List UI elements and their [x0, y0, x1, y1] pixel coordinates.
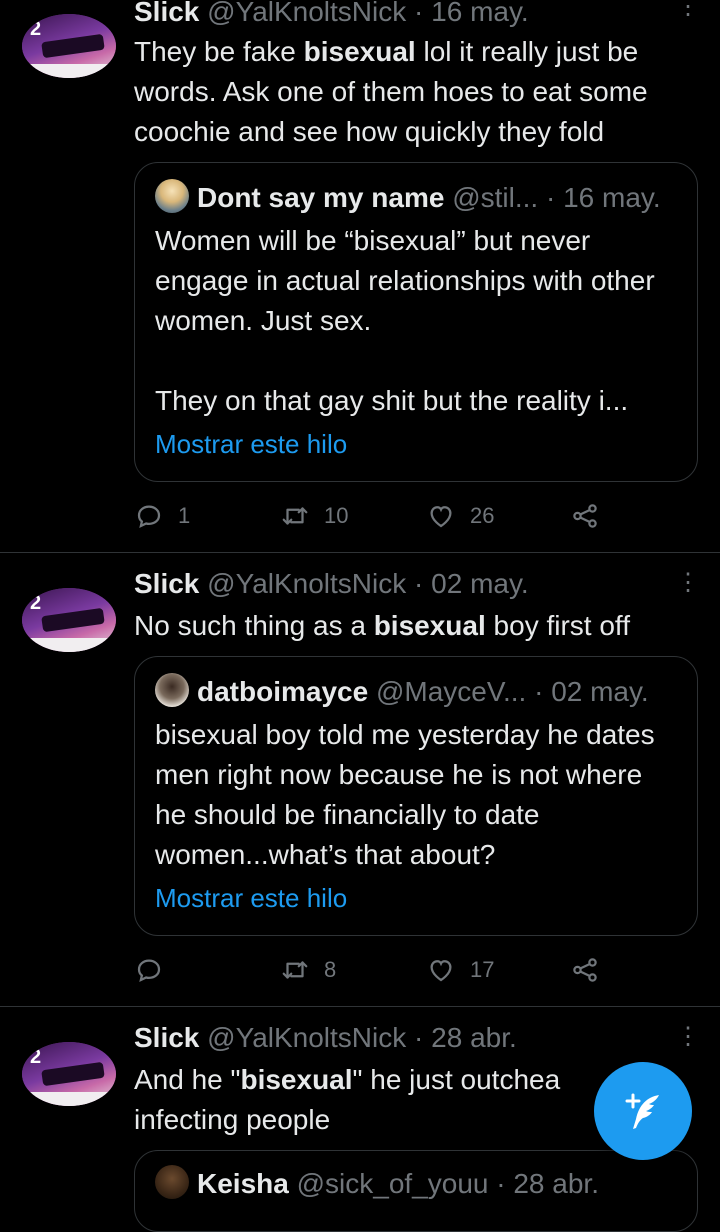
- reply-count: 1: [178, 503, 191, 528]
- retweet-button[interactable]: 8: [280, 950, 336, 990]
- separator-dot: ·: [496, 1168, 506, 1199]
- show-thread-link[interactable]: Mostrar este hilo: [155, 427, 347, 461]
- separator-dot: ·: [414, 0, 424, 27]
- like-button[interactable]: 26: [426, 496, 494, 536]
- reply-button[interactable]: [134, 950, 178, 990]
- quoted-tweet-header: datboimayce @MayceV... · 02 may.: [155, 673, 649, 711]
- tweet-header: Slick @YalKnoltsNick · 02 may.: [134, 566, 529, 602]
- heart-icon: [430, 506, 452, 528]
- more-dots-icon[interactable]: ⋮: [676, 1025, 700, 1049]
- separator-dot: ·: [414, 1022, 424, 1053]
- retweet-icon: [282, 507, 308, 525]
- quoted-author-name: Dont say my name: [197, 182, 445, 213]
- author-name[interactable]: Slick: [134, 1022, 199, 1053]
- author-avatar[interactable]: 2: [22, 1042, 116, 1106]
- separator-dot: ·: [534, 676, 544, 707]
- reply-button[interactable]: 1: [134, 496, 190, 536]
- reply-icon: [137, 959, 161, 983]
- tweet-text: No such thing as a bisexual boy first of…: [134, 610, 630, 641]
- tweet-text: They be fake bisexual lol it really just…: [134, 36, 648, 147]
- quoted-author-handle: @stil...: [452, 182, 539, 213]
- quoted-author-name: Keisha: [197, 1168, 289, 1199]
- share-icon: [573, 504, 597, 528]
- heart-icon: [430, 960, 452, 982]
- tweet-actions: 1 10 26: [134, 496, 604, 536]
- tweet-actions: 8 17: [134, 950, 604, 990]
- compose-button[interactable]: [594, 1062, 692, 1160]
- author-handle[interactable]: @YalKnoltsNick: [207, 568, 406, 599]
- retweet-icon: [282, 961, 308, 979]
- quoted-tweet-text: Women will be “bisexual” but never engag…: [155, 225, 655, 416]
- tweet-date[interactable]: 02 may.: [431, 568, 529, 599]
- reply-icon: [137, 505, 161, 529]
- tweet-date[interactable]: 16 may.: [431, 0, 529, 27]
- tweet-divider: [0, 1006, 720, 1007]
- separator-dot: ·: [414, 568, 424, 599]
- tweet-divider: [0, 552, 720, 553]
- more-dots-icon[interactable]: ⋮: [676, 571, 700, 595]
- quoted-author-avatar: [155, 1165, 189, 1199]
- separator-dot: ·: [545, 182, 556, 213]
- retweet-count: 10: [324, 503, 349, 528]
- quoted-date: 16 may.: [563, 182, 661, 213]
- tweet-header: Slick @YalKnoltsNick · 28 abr.: [134, 1020, 517, 1056]
- quoted-author-handle: @sick_of_youu: [296, 1168, 489, 1199]
- author-handle[interactable]: @YalKnoltsNick: [207, 1022, 406, 1053]
- tweet-header: Slick @YalKnoltsNick · 16 may.: [134, 0, 529, 30]
- more-dots-icon[interactable]: ⋮: [676, 0, 700, 19]
- quoted-tweet[interactable]: Dont say my name @stil... · 16 may. Wome…: [134, 162, 698, 482]
- quoted-tweet-header: Keisha @sick_of_youu · 28 abr.: [155, 1165, 599, 1203]
- quoted-tweet[interactable]: Keisha @sick_of_youu · 28 abr.: [134, 1150, 698, 1232]
- author-handle[interactable]: @YalKnoltsNick: [207, 0, 406, 27]
- quoted-author-avatar: [155, 179, 189, 213]
- share-button[interactable]: [570, 496, 614, 536]
- author-avatar[interactable]: 2: [22, 14, 116, 78]
- share-button[interactable]: [570, 950, 614, 990]
- show-thread-link[interactable]: Mostrar este hilo: [155, 881, 347, 915]
- quoted-date: 02 may.: [551, 676, 649, 707]
- quoted-author-avatar: [155, 673, 189, 707]
- tweet-text: And he "bisexual" he just outchea infect…: [134, 1064, 561, 1135]
- author-avatar[interactable]: 2: [22, 588, 116, 652]
- quoted-tweet[interactable]: datboimayce @MayceV... · 02 may. bisexua…: [134, 656, 698, 936]
- like-button[interactable]: 17: [426, 950, 494, 990]
- like-count: 17: [470, 957, 495, 982]
- retweet-count: 8: [324, 957, 337, 982]
- retweet-button[interactable]: 10: [280, 496, 348, 536]
- quoted-author-handle: @MayceV...: [375, 676, 527, 707]
- quoted-tweet-header: Dont say my name @stil... · 16 may.: [155, 179, 661, 217]
- quoted-tweet-text: bisexual boy told me yesterday he dates …: [155, 719, 655, 870]
- quoted-date: 28 abr.: [513, 1168, 599, 1199]
- like-count: 26: [470, 503, 495, 528]
- compose-feather-icon: [625, 1093, 659, 1129]
- author-name[interactable]: Slick: [134, 0, 199, 27]
- tweet-date[interactable]: 28 abr.: [431, 1022, 517, 1053]
- quoted-author-name: datboimayce: [197, 676, 369, 707]
- author-name[interactable]: Slick: [134, 568, 199, 599]
- share-icon: [573, 958, 597, 982]
